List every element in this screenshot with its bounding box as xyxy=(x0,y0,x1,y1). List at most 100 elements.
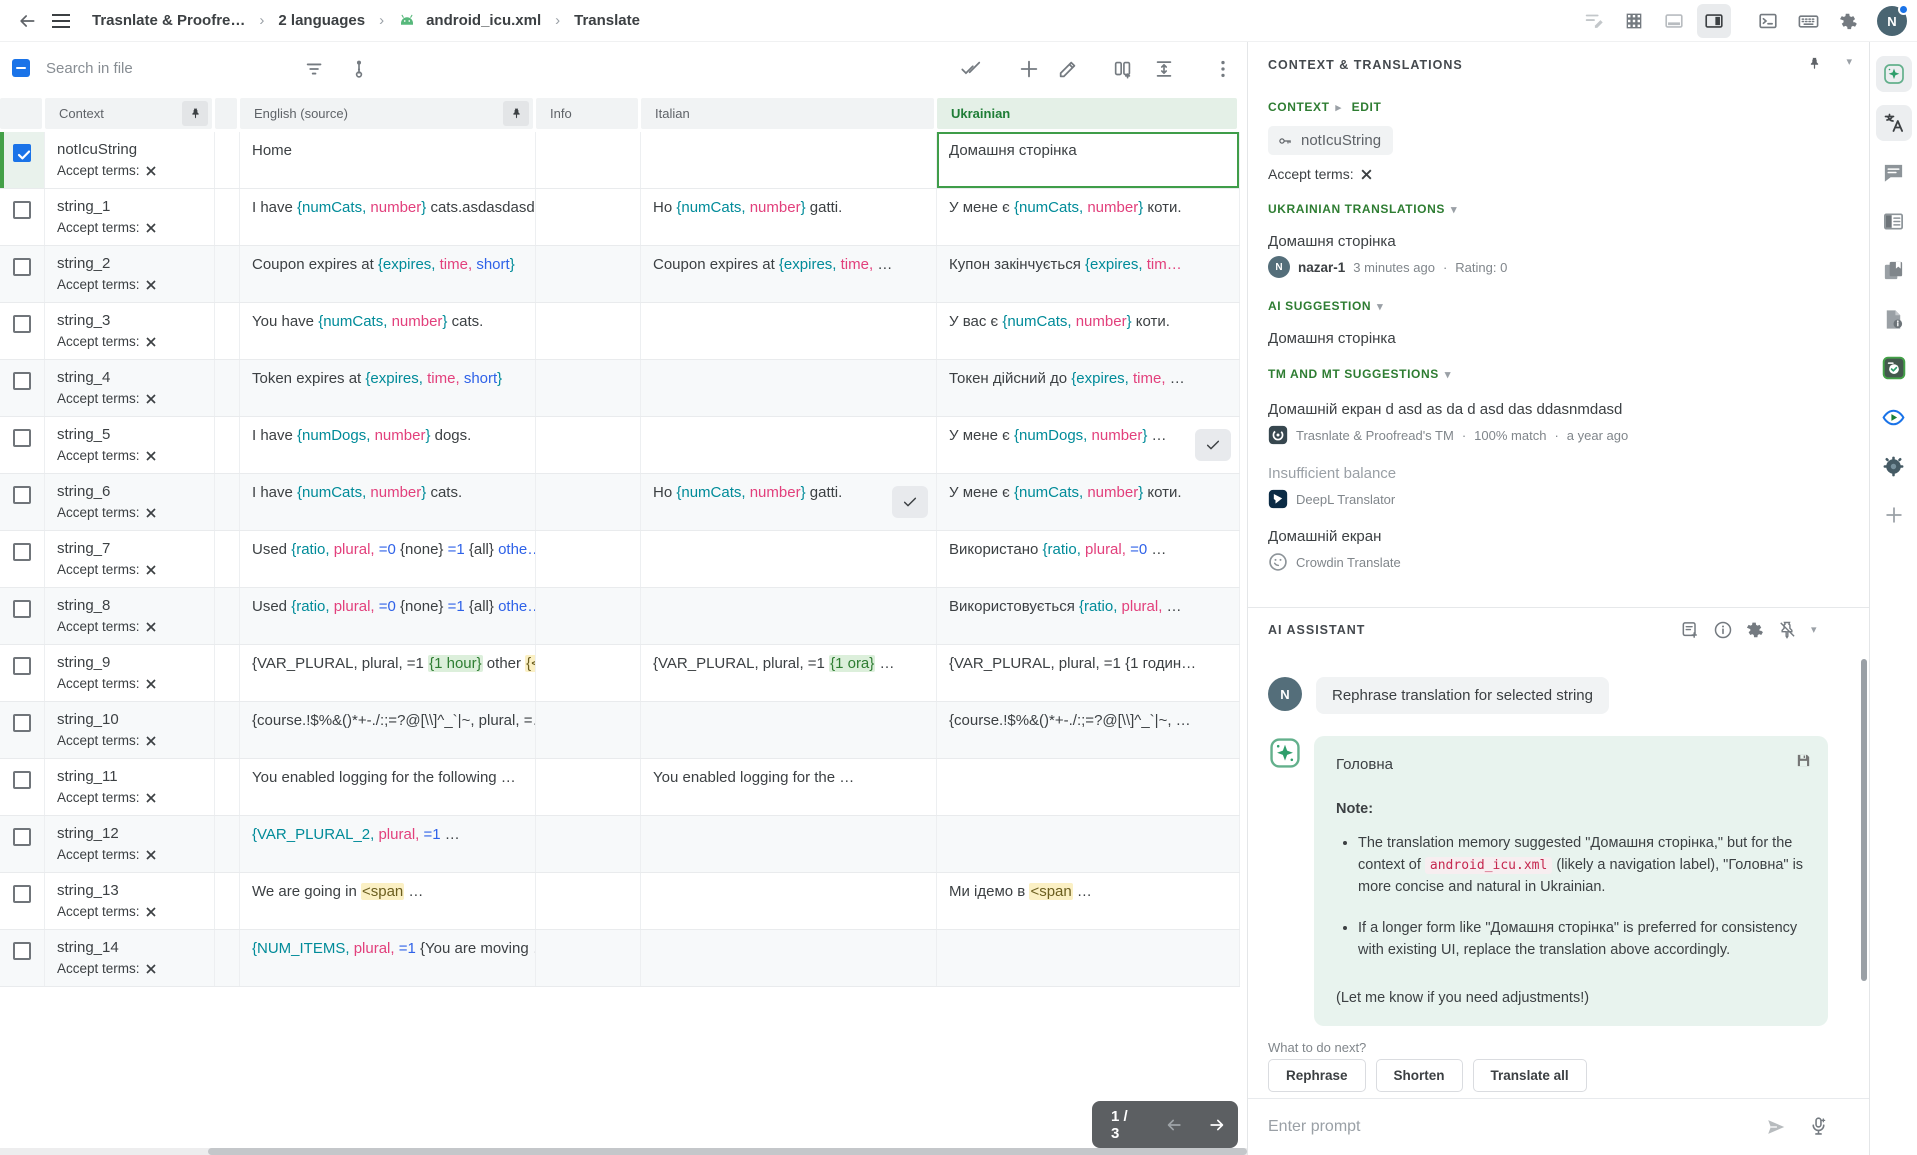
row-checkbox[interactable] xyxy=(13,771,31,789)
ukrainian-cell[interactable]: У мене є {numDogs, number} … xyxy=(937,417,1240,473)
rephrase-button[interactable]: Rephrase xyxy=(1268,1059,1366,1092)
row-select-cell[interactable] xyxy=(0,132,45,188)
approve-check-button[interactable] xyxy=(892,486,928,518)
row-select-cell[interactable] xyxy=(0,360,45,416)
rail-screenshots-button[interactable] xyxy=(1876,350,1912,386)
italian-cell[interactable]: Ho {numCats, number} gatti. xyxy=(641,474,937,530)
pin-context-button[interactable] xyxy=(182,101,208,126)
row-context-cell[interactable]: string_13 Accept terms: xyxy=(45,873,215,929)
row-select-cell[interactable] xyxy=(0,588,45,644)
next-page-button[interactable] xyxy=(1196,1115,1238,1135)
select-all-checkbox[interactable] xyxy=(12,59,30,77)
italian-cell[interactable] xyxy=(641,702,937,758)
context-section-label[interactable]: CONTEXT▸ xyxy=(1268,100,1342,114)
row-context-cell[interactable]: string_6 Accept terms: xyxy=(45,474,215,530)
table-row[interactable]: string_7 Accept terms: Used {ratio, plur… xyxy=(0,531,1240,588)
table-row[interactable]: string_1 Accept terms: I have {numCats, … xyxy=(0,189,1240,246)
ai-settings-icon[interactable] xyxy=(1745,620,1765,640)
edit-icon[interactable] xyxy=(1057,58,1079,80)
row-checkbox[interactable] xyxy=(13,201,31,219)
ukrainian-cell[interactable] xyxy=(937,930,1240,986)
x-icon[interactable] xyxy=(1360,168,1373,181)
italian-cell[interactable]: You enabled logging for the … xyxy=(641,759,937,815)
table-row[interactable]: string_5 Accept terms: I have {numDogs, … xyxy=(0,417,1240,474)
approve-check-button[interactable] xyxy=(1195,429,1231,461)
header-italian[interactable]: Italian xyxy=(641,98,934,129)
italian-cell[interactable] xyxy=(641,303,937,359)
source-text-cell[interactable]: Used {ratio, plural, =0 {none} =1 {all} … xyxy=(240,531,536,587)
ukrainian-cell[interactable]: Використано {ratio, plural, =0 … xyxy=(937,531,1240,587)
scrollbar-thumb[interactable] xyxy=(208,1148,1247,1155)
save-icon[interactable] xyxy=(1795,752,1812,769)
breadcrumb-mode[interactable]: Translate xyxy=(574,12,640,29)
source-text-cell[interactable]: You enabled logging for the following … xyxy=(240,759,536,815)
table-row[interactable]: string_10 Accept terms: {course.!$%&()*+… xyxy=(0,702,1240,759)
source-text-cell[interactable]: {VAR_PLURAL, plural, =1 {1 hour} other {… xyxy=(240,645,536,701)
crowdin-suggestion-text[interactable]: Домашній екран xyxy=(1268,528,1381,545)
source-text-cell[interactable]: {NUM_ITEMS, plural, =1 {You are moving … xyxy=(240,930,536,986)
table-row[interactable]: notIcuString Accept terms: Home Домашня … xyxy=(0,132,1240,189)
table-row[interactable]: string_2 Accept terms: Coupon expires at… xyxy=(0,246,1240,303)
row-select-cell[interactable] xyxy=(0,759,45,815)
ai-suggested-translation[interactable]: Головна xyxy=(1336,756,1806,773)
info-icon[interactable] xyxy=(1713,620,1733,640)
row-context-cell[interactable]: string_12 Accept terms: xyxy=(45,816,215,872)
source-text-cell[interactable]: {VAR_PLURAL_2, plural, =1 … xyxy=(240,816,536,872)
tm-suggestion-text[interactable]: Домашній екран d asd as da d asd das dda… xyxy=(1268,401,1622,418)
table-row[interactable]: string_11 Accept terms: You enabled logg… xyxy=(0,759,1240,816)
source-text-cell[interactable]: Coupon expires at {expires, time, short} xyxy=(240,246,536,302)
ukrainian-cell[interactable]: У мене є {numCats, number} коти. xyxy=(937,189,1240,245)
rail-sidebar-layout-button[interactable] xyxy=(1876,203,1912,239)
row-context-cell[interactable]: string_5 Accept terms: xyxy=(45,417,215,473)
header-context[interactable]: Context xyxy=(45,98,212,129)
row-select-cell[interactable] xyxy=(0,417,45,473)
author-name[interactable]: nazar-1 xyxy=(1298,260,1345,275)
ukrainian-cell[interactable] xyxy=(937,759,1240,815)
new-chat-icon[interactable] xyxy=(1680,620,1700,640)
row-checkbox[interactable] xyxy=(13,657,31,675)
row-context-cell[interactable]: string_8 Accept terms: xyxy=(45,588,215,644)
add-string-icon[interactable] xyxy=(1018,58,1040,80)
row-context-cell[interactable]: string_2 Accept terms: xyxy=(45,246,215,302)
panel-collapse-caret[interactable]: ▾ xyxy=(1846,55,1852,68)
rail-advanced-button[interactable] xyxy=(1876,448,1912,484)
rail-preview-button[interactable] xyxy=(1876,399,1912,435)
mic-icon[interactable] xyxy=(1808,1116,1829,1137)
table-row[interactable]: string_6 Accept terms: I have {numCats, … xyxy=(0,474,1240,531)
row-checkbox[interactable] xyxy=(13,258,31,276)
table-row[interactable]: string_13 Accept terms: We are going in … xyxy=(0,873,1240,930)
row-checkbox[interactable] xyxy=(13,315,31,333)
rail-ai-assistant-button[interactable] xyxy=(1876,56,1912,92)
row-checkbox[interactable] xyxy=(13,714,31,732)
source-text-cell[interactable]: I have {numCats, number} cats. xyxy=(240,474,536,530)
header-english[interactable]: English (source) xyxy=(240,98,533,129)
shorten-button[interactable]: Shorten xyxy=(1376,1059,1463,1092)
rail-file-info-button[interactable] xyxy=(1876,301,1912,337)
row-checkbox[interactable] xyxy=(13,828,31,846)
author-avatar[interactable]: N xyxy=(1268,256,1290,278)
ukrainian-cell[interactable]: У вас є {numCats, number} коти. xyxy=(937,303,1240,359)
source-text-cell[interactable]: I have {numDogs, number} dogs. xyxy=(240,417,536,473)
breadcrumb-languages[interactable]: 2 languages xyxy=(278,12,365,29)
ukrainian-cell[interactable]: {course.!$%&()*+-./:;=?@[\\]^_`|~, … xyxy=(937,702,1240,758)
pin-english-button[interactable] xyxy=(503,101,529,126)
italian-cell[interactable] xyxy=(641,531,937,587)
ukrainian-cell[interactable]: Ми ідемо в <span … xyxy=(937,873,1240,929)
row-select-cell[interactable] xyxy=(0,873,45,929)
ukrainian-cell[interactable]: Купон закінчується {expires, tim… xyxy=(937,246,1240,302)
horizontal-scrollbar[interactable] xyxy=(0,1148,1247,1155)
source-text-cell[interactable]: Used {ratio, plural, =0 {none} =1 {all} … xyxy=(240,588,536,644)
source-text-cell[interactable]: Home xyxy=(240,132,536,188)
breadcrumb-file[interactable]: android_icu.xml xyxy=(426,12,541,29)
ukrainian-cell[interactable]: {VAR_PLURAL, plural, =1 {1 годин… xyxy=(937,645,1240,701)
rail-add-panel-button[interactable] xyxy=(1876,497,1912,533)
back-button[interactable] xyxy=(10,4,44,38)
row-context-cell[interactable]: notIcuString Accept terms: xyxy=(45,132,215,188)
ai-collapse-caret[interactable]: ▾ xyxy=(1811,623,1817,636)
row-checkbox[interactable] xyxy=(13,885,31,903)
row-select-cell[interactable] xyxy=(0,303,45,359)
console-button[interactable] xyxy=(1751,4,1785,38)
ukrainian-cell[interactable]: Використовується {ratio, plural, … xyxy=(937,588,1240,644)
row-select-cell[interactable] xyxy=(0,930,45,986)
italian-cell[interactable] xyxy=(641,132,937,188)
